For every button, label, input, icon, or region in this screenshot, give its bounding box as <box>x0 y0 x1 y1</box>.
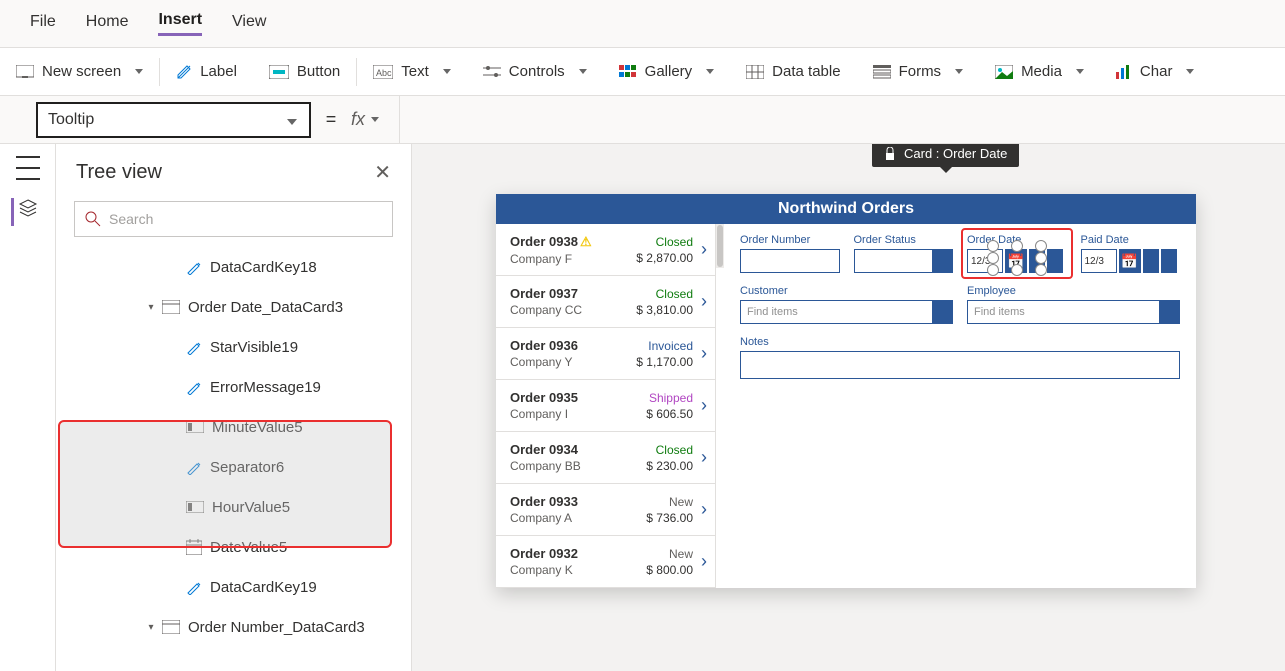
tree-node[interactable]: ▾Order Date_DataCard3 <box>56 287 411 327</box>
screen-icon <box>16 65 34 79</box>
edit-icon <box>176 64 192 80</box>
order-row[interactable]: Order 0933Company ANew$ 736.00› <box>496 484 715 536</box>
app-title: Northwind Orders <box>496 194 1196 224</box>
selection-tooltip: Card : Order Date <box>872 144 1019 167</box>
order-row[interactable]: Order 0938⚠Company FClosed$ 2,870.00› <box>496 224 715 276</box>
chevron-right-icon[interactable]: › <box>701 291 707 312</box>
tree-node[interactable]: ErrorMessage19 <box>56 367 411 407</box>
list-scrollbar[interactable] <box>716 224 724 268</box>
calendar-icon[interactable]: 📅 <box>1005 249 1027 273</box>
close-panel-icon[interactable]: ✕ <box>374 160 391 185</box>
menu-file[interactable]: File <box>30 13 56 35</box>
tree-node[interactable]: DataCardKey18 <box>56 247 411 287</box>
order-row[interactable]: Order 0932Company KNew$ 800.00› <box>496 536 715 588</box>
tree-node[interactable]: MinuteValue5 <box>56 407 411 447</box>
notes-input[interactable] <box>740 351 1180 379</box>
field-employee: Employee Find items <box>967 285 1180 324</box>
field-customer: Customer Find items <box>740 285 953 324</box>
gallery-dropdown[interactable]: Gallery <box>603 48 731 95</box>
controls-icon <box>483 65 501 79</box>
order-row[interactable]: Order 0935Company IShipped$ 606.50› <box>496 380 715 432</box>
chart-icon <box>1116 65 1132 79</box>
order-row[interactable]: Order 0934Company BBClosed$ 230.00› <box>496 432 715 484</box>
canvas[interactable]: Card : Order Date Northwind Orders Order… <box>412 144 1285 671</box>
menu-view[interactable]: View <box>232 13 266 35</box>
tree-node[interactable]: ▾Order Number_DataCard3 <box>56 607 411 647</box>
chevron-right-icon[interactable]: › <box>701 447 707 468</box>
button-button[interactable]: Button <box>253 48 356 95</box>
svg-text:Abc: Abc <box>376 68 392 78</box>
tree-view-panel: Tree view ✕ Search DataCardKey18▾Order D… <box>56 144 412 671</box>
charts-dropdown[interactable]: Char <box>1100 48 1211 95</box>
order-row[interactable]: Order 0936Company YInvoiced$ 1,170.00› <box>496 328 715 380</box>
chevron-right-icon[interactable]: › <box>701 395 707 416</box>
formula-bar: Tooltip = fx <box>0 96 1285 144</box>
tree-search-input[interactable]: Search <box>74 201 393 237</box>
search-icon <box>85 211 101 227</box>
new-screen-button[interactable]: New screen <box>0 48 159 95</box>
order-form[interactable]: Order Number Order Status Order Date 12/… <box>724 224 1196 395</box>
lock-icon <box>884 147 896 161</box>
hamburger-icon[interactable] <box>16 156 40 180</box>
paid-date-input[interactable]: 12/3 <box>1081 249 1117 273</box>
tree-view-tab[interactable] <box>11 198 35 226</box>
button-icon <box>269 65 289 79</box>
ribbon: New screen Label Button Abc Text Control… <box>0 48 1285 96</box>
equals-label: = <box>311 109 351 130</box>
forms-dropdown[interactable]: Forms <box>857 48 980 95</box>
order-gallery[interactable]: Order 0938⚠Company FClosed$ 2,870.00›Ord… <box>496 224 716 588</box>
menu-bar: File Home Insert View <box>0 0 1285 48</box>
gallery-icon <box>619 65 637 79</box>
table-icon <box>746 65 764 79</box>
field-order-number: Order Number <box>740 234 840 273</box>
order-status-select[interactable] <box>854 249 954 273</box>
left-rail <box>0 144 56 671</box>
tree-view-title: Tree view <box>76 161 162 184</box>
text-icon: Abc <box>373 65 393 79</box>
app-preview[interactable]: Northwind Orders Order 0938⚠Company FClo… <box>496 194 1196 588</box>
field-order-date: Order Date 12/3 📅 <box>967 234 1067 273</box>
tree-node[interactable]: StarVisible19 <box>56 327 411 367</box>
layers-icon <box>18 198 38 218</box>
minute-select[interactable] <box>1047 249 1063 273</box>
chevron-right-icon[interactable]: › <box>701 343 707 364</box>
hour-select[interactable] <box>1029 249 1045 273</box>
datatable-button[interactable]: Data table <box>730 48 856 95</box>
menu-home[interactable]: Home <box>86 13 129 35</box>
forms-icon <box>873 65 891 79</box>
order-number-input[interactable] <box>740 249 840 273</box>
fx-button[interactable]: fx <box>351 109 379 130</box>
customer-select[interactable]: Find items <box>740 300 953 324</box>
media-icon <box>995 65 1013 79</box>
tree-node[interactable]: Separator6 <box>56 447 411 487</box>
tree-node[interactable]: DataCardKey19 <box>56 567 411 607</box>
field-notes: Notes <box>740 336 1180 379</box>
order-row[interactable]: Order 0937Company CCClosed$ 3,810.00› <box>496 276 715 328</box>
field-paid-date: Paid Date 12/3 📅 <box>1081 234 1181 273</box>
tree-node[interactable]: HourValue5 <box>56 487 411 527</box>
order-date-input[interactable]: 12/3 <box>967 249 1003 273</box>
chevron-right-icon[interactable]: › <box>701 239 707 260</box>
tree-node[interactable]: DateValue5 <box>56 527 411 567</box>
field-order-status: Order Status <box>854 234 954 273</box>
property-dropdown[interactable]: Tooltip <box>36 102 311 138</box>
label-button[interactable]: Label <box>160 48 253 95</box>
calendar-icon[interactable]: 📅 <box>1119 249 1141 273</box>
controls-dropdown[interactable]: Controls <box>467 48 603 95</box>
media-dropdown[interactable]: Media <box>979 48 1100 95</box>
chevron-right-icon[interactable]: › <box>701 499 707 520</box>
chevron-right-icon[interactable]: › <box>701 551 707 572</box>
employee-select[interactable]: Find items <box>967 300 1180 324</box>
text-dropdown[interactable]: Abc Text <box>357 48 467 95</box>
menu-insert[interactable]: Insert <box>158 11 202 36</box>
